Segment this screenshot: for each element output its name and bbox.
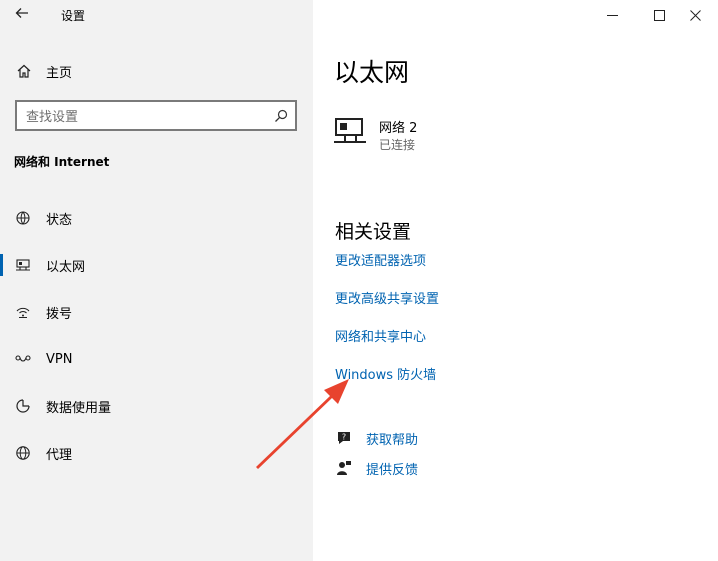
dialup-icon	[16, 307, 30, 318]
back-arrow-icon[interactable]	[14, 5, 32, 25]
home-label: 主页	[46, 65, 73, 81]
sidebar-item-label: 状态	[46, 212, 73, 228]
search-input[interactable]: 查找设置	[15, 100, 297, 131]
home-icon	[17, 64, 31, 78]
search-placeholder: 查找设置	[26, 110, 79, 125]
section-title: 网络和 Internet	[14, 155, 110, 169]
minimize-icon	[606, 14, 618, 16]
change-adapter-options-link[interactable]: 更改适配器选项	[335, 250, 426, 269]
sidebar-item-status[interactable]: 状态	[0, 203, 313, 233]
sidebar-item-data-usage[interactable]: 数据使用量	[0, 391, 313, 421]
sidebar: 设置 主页 查找设置 网络和 Internet 状态 以太网 拨号 VPN 数据…	[0, 0, 313, 561]
give-feedback-link[interactable]: 提供反馈	[336, 458, 418, 478]
maximize-icon	[653, 9, 665, 21]
sidebar-item-vpn[interactable]: VPN	[0, 344, 313, 374]
sidebar-item-label: 代理	[46, 447, 73, 463]
close-icon	[689, 9, 701, 21]
feedback-icon	[337, 461, 351, 475]
get-help-link[interactable]: ? 获取帮助	[336, 428, 418, 448]
active-indicator	[0, 254, 3, 276]
page-title: 以太网	[334, 58, 410, 87]
related-settings-heading: 相关设置	[335, 221, 412, 243]
data-usage-icon	[16, 399, 30, 413]
ethernet-icon	[16, 259, 30, 271]
network-sharing-center-link[interactable]: 网络和共享中心	[335, 326, 426, 345]
close-button[interactable]	[672, 0, 718, 30]
globe-status-icon	[16, 211, 30, 225]
sidebar-item-proxy[interactable]: 代理	[0, 438, 313, 468]
minimize-button[interactable]	[589, 0, 635, 30]
vpn-icon	[15, 355, 31, 362]
search-icon[interactable]	[274, 109, 288, 123]
sidebar-item-label: 以太网	[46, 259, 86, 275]
sidebar-item-label: VPN	[46, 351, 73, 367]
sidebar-item-label: 数据使用量	[46, 400, 112, 416]
home-nav-item[interactable]: 主页	[16, 60, 72, 82]
window-title: 设置	[61, 9, 86, 23]
give-feedback-label: 提供反馈	[366, 462, 419, 478]
svg-text:?: ?	[342, 433, 346, 442]
globe-icon	[16, 446, 30, 460]
sidebar-item-label: 拨号	[46, 306, 73, 322]
advanced-sharing-settings-link[interactable]: 更改高级共享设置	[335, 288, 439, 307]
get-help-label: 获取帮助	[366, 432, 419, 448]
sidebar-item-ethernet[interactable]: 以太网	[0, 250, 313, 280]
network-name[interactable]: 网络 2	[379, 117, 417, 136]
help-chat-icon: ?	[338, 432, 350, 444]
network-status: 已连接	[379, 138, 416, 152]
sidebar-item-dialup[interactable]: 拨号	[0, 297, 313, 327]
monitor-network-icon[interactable]	[333, 117, 369, 147]
windows-firewall-link[interactable]: Windows 防火墙	[335, 364, 436, 383]
